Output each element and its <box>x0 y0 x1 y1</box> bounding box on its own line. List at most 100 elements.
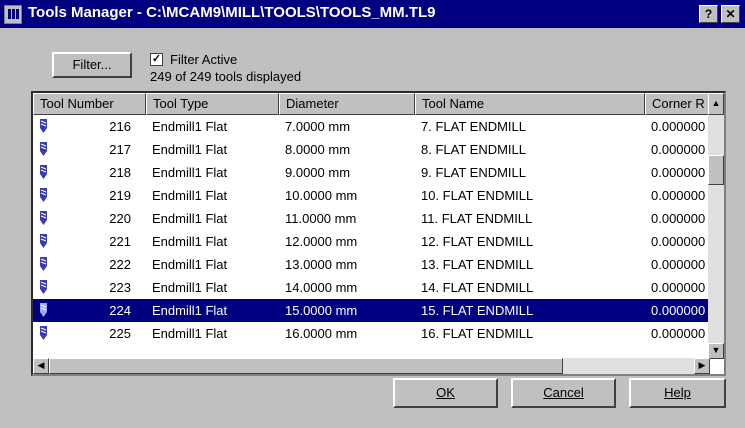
close-button[interactable]: ✕ <box>721 5 740 23</box>
endmill-tool-icon <box>40 234 47 248</box>
app-icon <box>4 5 22 24</box>
col-tool-type-cell: Endmill1 Flat <box>152 257 228 272</box>
endmill-tool-icon <box>40 119 47 133</box>
col-corner-radius-header[interactable]: Corner R <box>645 93 712 115</box>
tools-table[interactable]: Tool Number Tool Type Diameter Tool Name Cor… <box>31 91 726 376</box>
horizontal-scrollbar[interactable]: ◀ ▶ <box>33 358 710 374</box>
col-diameter-cell: 12.0000 mm <box>285 234 358 249</box>
col-corner-radius-cell: 0.000000 <box>651 326 706 341</box>
col-tool-number-cell: 217 <box>109 142 131 157</box>
ok-button[interactable]: OK <box>393 378 498 408</box>
filter-button-label: Filter... <box>72 57 112 72</box>
filter-active-label: Filter Active <box>170 52 238 67</box>
cancel-button-label: Cancel <box>543 385 584 400</box>
check-icon: ✓ <box>151 53 162 65</box>
col-tool-type-cell: Endmill1 Flat <box>152 119 228 134</box>
col-diameter-cell: 15.0000 mm <box>285 303 358 318</box>
col-tool-number-cell: 221 <box>109 234 131 249</box>
scroll-right-button[interactable]: ▶ <box>694 358 710 374</box>
table-row[interactable]: 225 Endmill1 Flat 16.0000 mm 16. FLAT ENDMI… <box>33 322 713 345</box>
col-tool-name-cell: 16. FLAT ENDMILL <box>421 326 534 341</box>
endmill-tool-icon <box>40 142 47 156</box>
scroll-up-button[interactable]: ▲ <box>708 93 724 115</box>
col-corner-radius-cell: 0.000000 <box>651 257 706 272</box>
table-row[interactable]: 216 Endmill1 Flat 7.0000 mm 7. FLAT ENDMILL… <box>33 115 713 138</box>
vertical-scrollbar[interactable]: ▲ ▼ <box>708 93 724 359</box>
col-tool-number-cell: 216 <box>109 119 131 134</box>
col-tool-type-cell: Endmill1 Flat <box>152 234 228 249</box>
col-diameter-cell: 13.0000 mm <box>285 257 358 272</box>
col-tool-type-cell: Endmill1 Flat <box>152 165 228 180</box>
col-tool-number-cell: 219 <box>109 188 131 203</box>
col-tool-type-cell: Endmill1 Flat <box>152 280 228 295</box>
window-title: Tools Manager - C:\MCAM9\MILL\TOOLS\TOOL… <box>28 4 436 21</box>
col-corner-radius-cell: 0.000000 <box>651 234 706 249</box>
col-tool-name-cell: 11. FLAT ENDMILL <box>421 211 533 226</box>
col-tool-type-cell: Endmill1 Flat <box>152 326 228 341</box>
endmill-tool-icon <box>40 326 47 340</box>
help-button[interactable]: Help <box>629 378 726 408</box>
title-bar: Tools Manager - C:\MCAM9\MILL\TOOLS\TOOL… <box>0 0 745 28</box>
col-diameter-cell: 9.0000 mm <box>285 165 351 180</box>
col-tool-name-cell: 10. FLAT ENDMILL <box>421 188 534 203</box>
horizontal-scroll-thumb[interactable] <box>49 358 563 374</box>
col-diameter-cell: 14.0000 mm <box>285 280 358 295</box>
col-tool-type-cell: Endmill1 Flat <box>152 188 228 203</box>
col-corner-radius-cell: 0.000000 <box>651 211 706 226</box>
col-tool-number-cell: 218 <box>109 165 131 180</box>
cancel-button[interactable]: Cancel <box>511 378 616 408</box>
col-tool-name-cell: 12. FLAT ENDMILL <box>421 234 534 249</box>
table-row[interactable]: 220 Endmill1 Flat 11.0000 mm 11. FLAT ENDMI… <box>33 207 713 230</box>
col-tool-type-cell: Endmill1 Flat <box>152 303 228 318</box>
col-tool-name-cell: 8. FLAT ENDMILL <box>421 142 526 157</box>
endmill-tool-icon <box>40 211 47 225</box>
col-diameter-cell: 11.0000 mm <box>285 211 357 226</box>
help-button-label: Help <box>664 385 691 400</box>
col-tool-number-header[interactable]: Tool Number <box>33 93 146 115</box>
col-corner-radius-cell: 0.000000 <box>651 188 706 203</box>
vertical-scroll-thumb[interactable] <box>708 155 724 185</box>
endmill-tool-icon <box>40 257 47 271</box>
col-diameter-header[interactable]: Diameter <box>279 93 415 115</box>
filter-button[interactable]: Filter... <box>52 52 132 78</box>
col-tool-name-cell: 13. FLAT ENDMILL <box>421 257 534 272</box>
table-row[interactable]: 219 Endmill1 Flat 10.0000 mm 10. FLAT ENDMI… <box>33 184 713 207</box>
col-tool-name-cell: 9. FLAT ENDMILL <box>421 165 526 180</box>
col-corner-radius-cell: 0.000000 <box>651 119 706 134</box>
table-row[interactable]: 221 Endmill1 Flat 12.0000 mm 12. FLAT ENDMI… <box>33 230 713 253</box>
col-tool-number-cell: 220 <box>109 211 131 226</box>
table-row-selected[interactable]: 224 Endmill1 Flat 15.0000 mm 15. FLAT ENDMI… <box>33 299 713 322</box>
col-tool-number-cell: 225 <box>109 326 131 341</box>
tools-count-status: 249 of 249 tools displayed <box>150 69 302 84</box>
col-corner-radius-cell: 0.000000 <box>651 280 706 295</box>
table-row[interactable]: 222 Endmill1 Flat 13.0000 mm 13. FLAT ENDMI… <box>33 253 713 276</box>
scroll-down-button[interactable]: ▼ <box>708 343 724 359</box>
endmill-tool-icon <box>40 165 47 179</box>
table-row[interactable]: 223 Endmill1 Flat 14.0000 mm 14. FLAT ENDMI… <box>33 276 713 299</box>
col-corner-radius-cell: 0.000000 <box>651 303 706 318</box>
filter-active-checkbox[interactable]: ✓ <box>150 53 163 66</box>
col-tool-name-cell: 7. FLAT ENDMILL <box>421 119 526 134</box>
col-corner-radius-cell: 0.000000 <box>651 142 706 157</box>
col-tool-name-header[interactable]: Tool Name <box>415 93 645 115</box>
col-corner-radius-cell: 0.000000 <box>651 165 706 180</box>
col-diameter-cell: 16.0000 mm <box>285 326 358 341</box>
col-tool-name-cell: 14. FLAT ENDMILL <box>421 280 534 295</box>
col-diameter-cell: 8.0000 mm <box>285 142 351 157</box>
help-title-button[interactable]: ? <box>699 5 718 23</box>
ok-button-label: OK <box>436 385 455 400</box>
col-tool-type-header[interactable]: Tool Type <box>146 93 279 115</box>
col-diameter-cell: 10.0000 mm <box>285 188 358 203</box>
endmill-tool-icon <box>40 188 47 202</box>
col-tool-name-cell: 15. FLAT ENDMILL <box>421 303 534 318</box>
col-tool-type-cell: Endmill1 Flat <box>152 142 228 157</box>
col-tool-number-cell: 222 <box>109 257 131 272</box>
table-row[interactable]: 217 Endmill1 Flat 8.0000 mm 8. FLAT ENDMILL… <box>33 138 713 161</box>
table-row[interactable]: 218 Endmill1 Flat 9.0000 mm 9. FLAT ENDMILL… <box>33 161 713 184</box>
col-tool-type-cell: Endmill1 Flat <box>152 211 228 226</box>
endmill-tool-icon <box>40 303 47 317</box>
col-tool-number-cell: 223 <box>109 280 131 295</box>
scroll-left-button[interactable]: ◀ <box>33 358 49 374</box>
endmill-tool-icon <box>40 280 47 294</box>
col-tool-number-cell: 224 <box>109 303 131 318</box>
